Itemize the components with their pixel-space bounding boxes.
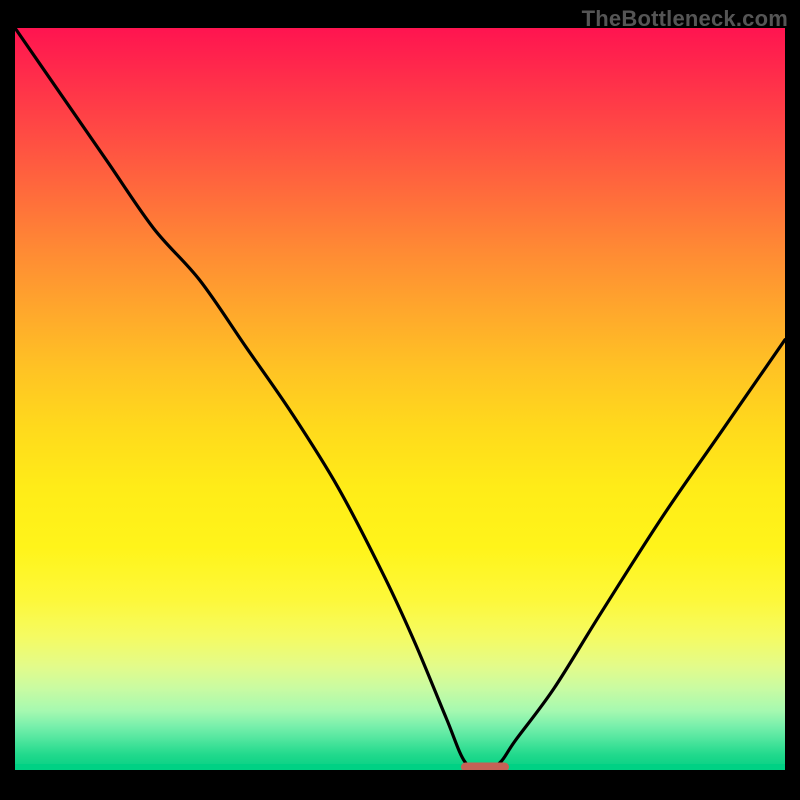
minimum-marker [461, 763, 509, 771]
chart-frame: TheBottleneck.com [0, 0, 800, 800]
plot-area [15, 28, 785, 770]
watermark-text: TheBottleneck.com [582, 6, 788, 32]
bottleneck-curve [15, 28, 785, 770]
